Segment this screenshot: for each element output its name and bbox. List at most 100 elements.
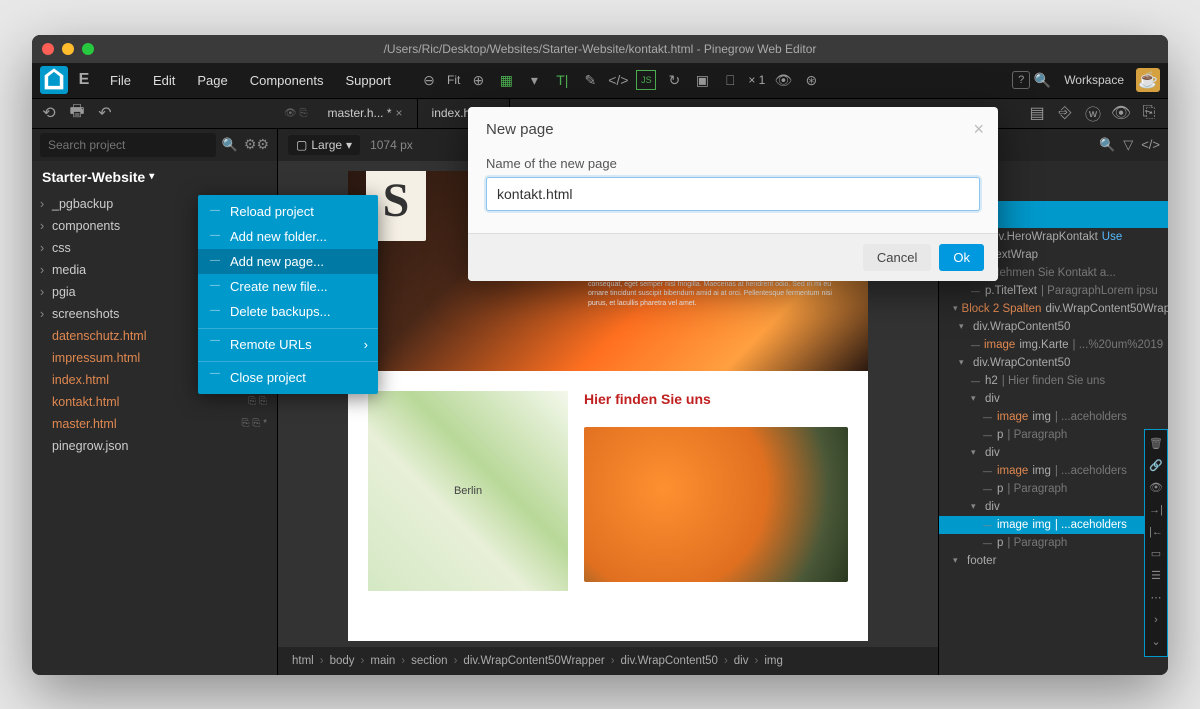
file-kontakt[interactable]: kontakt.html⎘ ⎘ [32, 391, 277, 413]
coffee-icon[interactable]: ☕ [1136, 68, 1160, 92]
dom-tree-item[interactable]: ▾div.WrapContent50 [939, 354, 1168, 372]
ctx-add-folder[interactable]: Add new folder... [198, 224, 378, 249]
menu-page[interactable]: Page [187, 67, 237, 94]
hide-icon[interactable]: 👁 [1145, 478, 1167, 498]
page-name-input[interactable] [486, 177, 980, 211]
move-in-icon[interactable]: →| [1145, 500, 1167, 520]
settings-icon[interactable]: ⚙⚙ [244, 136, 269, 153]
menu-components[interactable]: Components [240, 67, 334, 94]
move-out-icon[interactable]: |← [1145, 522, 1167, 542]
zoom-out-icon[interactable]: ⊖ [419, 70, 439, 90]
pinegrow-logo-icon[interactable] [40, 66, 68, 94]
bc-div[interactable]: div [730, 655, 753, 667]
ok-button[interactable]: Ok [939, 244, 984, 271]
menu-file[interactable]: File [100, 67, 141, 94]
down-icon[interactable]: ⌄ [1145, 632, 1167, 652]
ctx-close-project[interactable]: Close project [198, 361, 378, 390]
dom-tree-item[interactable]: ▾footer [939, 552, 1168, 570]
fit-label[interactable]: Fit [447, 73, 460, 87]
copy-icon[interactable]: ⎘ [1140, 104, 1158, 122]
wordpress-icon[interactable]: ⓦ [1084, 104, 1102, 122]
workspace-label[interactable]: Workspace [1064, 73, 1124, 87]
panel-code-icon[interactable]: </> [1141, 137, 1160, 152]
ctx-remote-urls[interactable]: Remote URLs [198, 328, 378, 357]
new-page-modal: New page × Name of the new page Cancel O… [468, 107, 998, 281]
dom-tree-item[interactable]: —p | Paragraph [939, 534, 1168, 552]
tab-master[interactable]: master.h... *× [313, 99, 417, 128]
reload-icon[interactable]: ⟲ [40, 104, 58, 122]
dom-tree-item[interactable]: ▾div.WrapContent50 [939, 318, 1168, 336]
link-icon[interactable]: 🔗 [1145, 456, 1167, 476]
bc-html[interactable]: html [288, 655, 318, 667]
stack-icon[interactable]: ☰ [1145, 566, 1167, 586]
modal-close-icon[interactable]: × [973, 119, 984, 140]
ctx-add-page[interactable]: Add new page... [198, 249, 378, 274]
ctx-reload[interactable]: Reload project [198, 199, 378, 224]
panel-icon-2[interactable]: ⎆ [1056, 104, 1074, 122]
text-icon[interactable]: T| [552, 70, 572, 90]
panel-search-icon[interactable]: 🔍 [1099, 137, 1115, 153]
search-icon[interactable]: 🔍 [1032, 70, 1052, 90]
cancel-button[interactable]: Cancel [863, 244, 931, 271]
file-pinegrow-json[interactable]: pinegrow.json [32, 435, 277, 457]
dom-tree-item[interactable]: —image img.Karte | ...%20um%2019 [939, 336, 1168, 354]
refresh-icon[interactable]: ↻ [664, 70, 684, 90]
dom-tree-item[interactable]: —image img | ...aceholders [939, 408, 1168, 426]
bc-section[interactable]: section [407, 655, 451, 667]
save-icon[interactable]: 🖶 [68, 104, 86, 122]
dom-tree-item[interactable]: —h2 | Hier finden Sie uns [939, 372, 1168, 390]
undo-icon[interactable]: ↶ [96, 104, 114, 122]
window-maximize[interactable] [82, 43, 94, 55]
project-context-menu: Reload project Add new folder... Add new… [198, 195, 378, 394]
search-icon[interactable]: 🔍 [222, 137, 238, 153]
device-icon[interactable]: ⎕ [720, 70, 740, 90]
panel-icon-1[interactable]: ▤ [1028, 104, 1046, 122]
e-icon[interactable]: E [70, 66, 98, 94]
dom-tree-item[interactable]: —p.TitelText | ParagraphLorem ipsu [939, 282, 1168, 300]
project-name[interactable]: Starter-Website ▾ [32, 161, 277, 193]
file-master[interactable]: master.html⎘ ⎘ * [32, 413, 277, 435]
visibility-icon[interactable]: 👁 [773, 70, 793, 90]
grid-icon[interactable]: ▦ [496, 70, 516, 90]
dots-icon[interactable]: ⋯ [1145, 588, 1167, 608]
code-icon[interactable]: </> [608, 70, 628, 90]
dom-tree-item[interactable]: —p | Paragraph [939, 426, 1168, 444]
panel-filter-icon[interactable]: ▽ [1123, 137, 1133, 153]
bc-body[interactable]: body [326, 655, 359, 667]
menu-edit[interactable]: Edit [143, 67, 185, 94]
box-icon[interactable]: ▭ [1145, 544, 1167, 564]
dom-tree-item[interactable]: —image img | ...aceholders [939, 462, 1168, 480]
help-icon[interactable]: ? [1012, 71, 1030, 89]
target-icon[interactable]: ⊛ [801, 70, 821, 90]
ctx-create-file[interactable]: Create new file... [198, 274, 378, 299]
modal-title: New page [486, 121, 554, 138]
dom-tree-item[interactable]: ▾div [939, 498, 1168, 516]
zoom-in-icon[interactable]: ⊕ [468, 70, 488, 90]
project-sidebar: 🔍 ⚙⚙ Starter-Website ▾ _pgbackup compone… [32, 129, 278, 675]
dom-tree-item[interactable]: —image img | ...aceholders [939, 516, 1168, 534]
bc-img[interactable]: img [760, 655, 787, 667]
trash-icon[interactable]: 🗑 [1145, 434, 1167, 454]
dom-tree-item[interactable]: ▾div [939, 444, 1168, 462]
tab-eye-icon[interactable]: 👁 ⎘ [278, 108, 313, 119]
bc-wrapper[interactable]: div.WrapContent50Wrapper [459, 655, 608, 667]
chevron-down-icon[interactable]: ▾ [524, 70, 544, 90]
search-input[interactable] [40, 133, 216, 157]
js-icon[interactable]: JS [636, 70, 656, 90]
dom-tree-item[interactable]: ▾Block 2 Spalten div.WrapContent50Wrap [939, 300, 1168, 318]
ctx-delete-backups[interactable]: Delete backups... [198, 299, 378, 324]
next-icon[interactable]: › [1145, 610, 1167, 630]
paint-icon[interactable]: ✎ [580, 70, 600, 90]
window-close[interactable] [42, 43, 54, 55]
bc-main[interactable]: main [366, 655, 399, 667]
bc-wrap50[interactable]: div.WrapContent50 [617, 655, 722, 667]
window-title: /Users/Ric/Desktop/Websites/Starter-Webs… [32, 42, 1168, 56]
window-minimize[interactable] [62, 43, 74, 55]
dom-tree-item[interactable]: ▾div [939, 390, 1168, 408]
menu-support[interactable]: Support [335, 67, 401, 94]
titlebar: /Users/Ric/Desktop/Websites/Starter-Webs… [32, 35, 1168, 63]
browser-icon[interactable]: ▣ [692, 70, 712, 90]
eye-icon[interactable]: 👁 [1112, 104, 1130, 122]
device-selector[interactable]: ▢ Large ▾ [288, 135, 360, 155]
dom-tree-item[interactable]: —p | Paragraph [939, 480, 1168, 498]
